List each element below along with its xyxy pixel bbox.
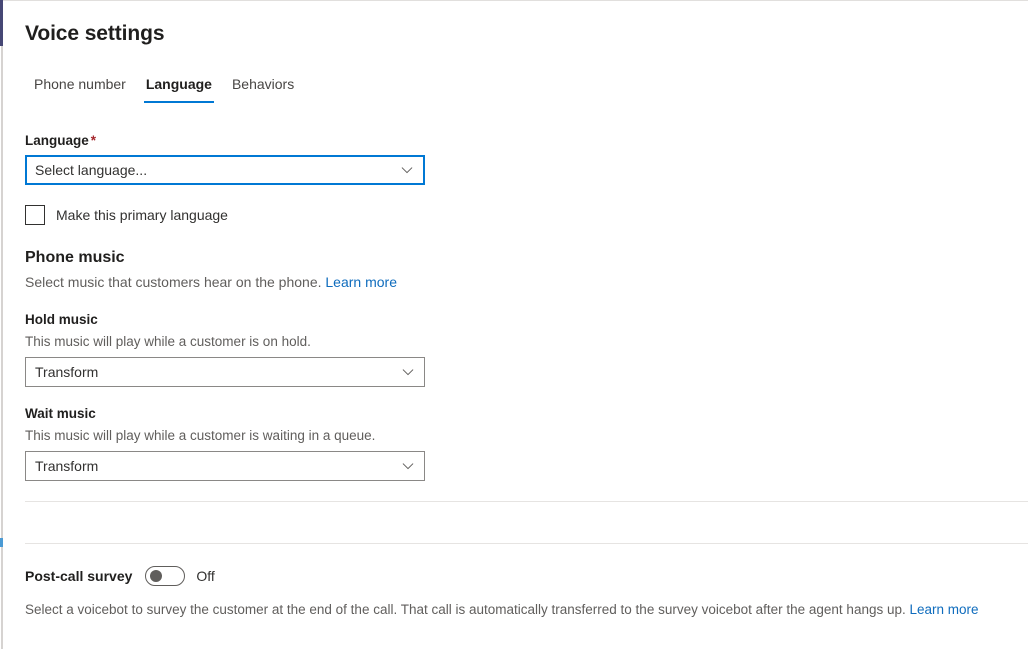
- primary-language-checkbox-row[interactable]: Make this primary language: [25, 205, 425, 225]
- language-dropdown-value: Select language...: [35, 162, 148, 178]
- required-asterisk: *: [90, 133, 97, 148]
- wait-music-dropdown-value: Transform: [35, 458, 99, 474]
- wait-music-description: This music will play while a customer is…: [25, 428, 376, 443]
- section-divider-top: [25, 501, 1028, 502]
- phone-music-heading: Phone music: [25, 249, 125, 266]
- tab-phone-number-label: Phone number: [34, 76, 126, 92]
- chevron-down-icon: [401, 459, 415, 473]
- chevron-down-icon: [400, 163, 414, 177]
- post-call-survey-label: Post-call survey: [25, 568, 133, 584]
- toggle-knob: [150, 570, 163, 582]
- wait-music-dropdown[interactable]: Transform: [25, 451, 425, 481]
- post-call-survey-toggle-state: Off: [196, 568, 215, 584]
- language-label-text: Language: [25, 133, 89, 148]
- tab-language-label: Language: [145, 76, 212, 92]
- post-call-survey-description: Select a voicebot to survey the customer…: [25, 600, 1025, 619]
- section-divider-bottom: [25, 543, 1028, 544]
- voice-settings-page: Voice settings Phone number Language Beh…: [0, 0, 1028, 649]
- tab-language[interactable]: Language: [136, 75, 222, 103]
- post-call-survey-learn-more-link[interactable]: Learn more: [910, 602, 979, 617]
- tab-behaviors[interactable]: Behaviors: [222, 75, 304, 103]
- page-title: Voice settings: [25, 22, 165, 45]
- phone-music-description: Select music that customers hear on the …: [25, 272, 425, 292]
- language-dropdown[interactable]: Select language...: [25, 155, 425, 185]
- hold-music-description: This music will play while a customer is…: [25, 334, 311, 349]
- tab-phone-number[interactable]: Phone number: [25, 75, 136, 103]
- wait-music-label: Wait music: [25, 406, 96, 421]
- primary-language-checkbox-label: Make this primary language: [56, 207, 228, 223]
- post-call-survey-toggle[interactable]: [145, 566, 186, 586]
- primary-language-checkbox[interactable]: [25, 205, 45, 225]
- post-call-survey-description-text: Select a voicebot to survey the customer…: [25, 602, 906, 617]
- hold-music-dropdown-value: Transform: [35, 364, 99, 380]
- hold-music-dropdown[interactable]: Transform: [25, 357, 425, 387]
- hold-music-label: Hold music: [25, 312, 98, 327]
- post-call-survey-row: Post-call survey Off: [25, 566, 215, 586]
- phone-music-description-text: Select music that customers hear on the …: [25, 274, 322, 290]
- language-field-label: Language *: [25, 132, 425, 150]
- tab-behaviors-label: Behaviors: [231, 76, 295, 92]
- phone-music-learn-more-link[interactable]: Learn more: [325, 274, 397, 290]
- language-form: Language * Select language... Make this p…: [25, 132, 425, 481]
- chevron-down-icon: [401, 365, 415, 379]
- tab-bar: Phone number Language Behaviors: [25, 75, 304, 107]
